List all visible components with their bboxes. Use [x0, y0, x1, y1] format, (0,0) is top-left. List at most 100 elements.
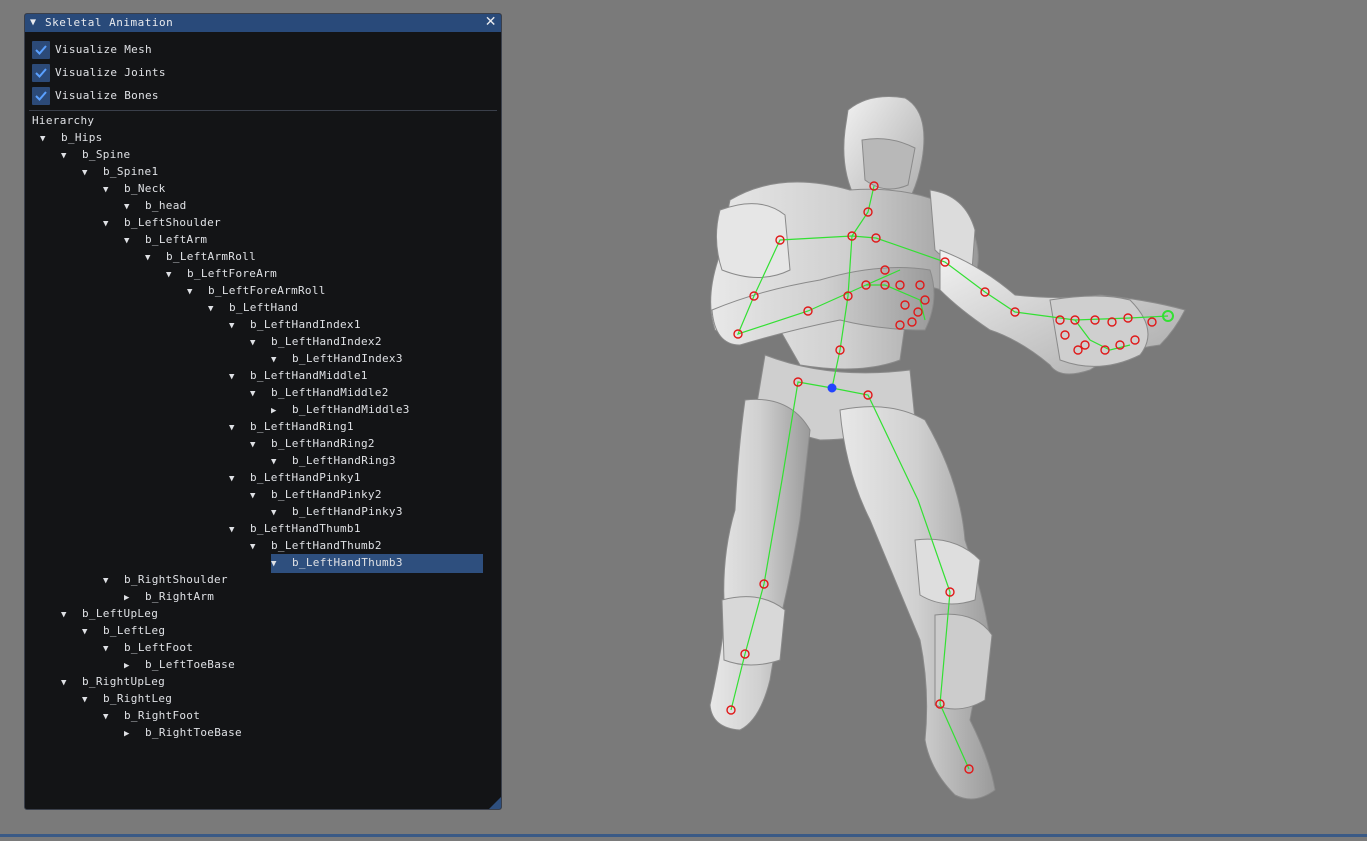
expanded-arrow-icon[interactable]: ▼	[229, 420, 250, 437]
tree-node[interactable]: ▼ b_LeftHandRing3	[271, 452, 396, 469]
tree-node-content[interactable]: ▶ b_RightArm	[124, 590, 214, 603]
tree-node[interactable]: ▼ b_LeftHandThumb1	[229, 520, 361, 537]
expanded-arrow-icon[interactable]: ▼	[103, 216, 124, 233]
tree-node-content[interactable]: ▶ b_LeftHandMiddle3	[271, 403, 410, 416]
visualize-joints-option[interactable]: Visualize Joints	[32, 63, 166, 82]
tree-node[interactable]: ▼ b_LeftHandThumb2	[250, 537, 382, 554]
tree-node[interactable]: ▼ b_Hips	[40, 129, 103, 146]
expanded-arrow-icon[interactable]: ▼	[145, 250, 166, 267]
tree-node-content[interactable]: ▼ b_Spine1	[82, 165, 158, 178]
expanded-arrow-icon[interactable]: ▼	[208, 301, 229, 318]
tree-node[interactable]: ▼ b_LeftForeArmRoll	[187, 282, 326, 299]
visualize-mesh-checkbox[interactable]	[32, 40, 50, 59]
tree-node-content[interactable]: ▼ b_Neck	[103, 182, 166, 195]
expanded-arrow-icon[interactable]: ▼	[250, 539, 271, 556]
tree-node-content[interactable]: ▼ b_LeftHandMiddle1	[229, 369, 368, 382]
tree-node-content[interactable]: ▼ b_LeftHandIndex2	[250, 335, 382, 348]
tree-node-content[interactable]: ▼ b_RightFoot	[103, 709, 200, 722]
expanded-arrow-icon[interactable]: ▼	[250, 437, 271, 454]
expanded-arrow-icon[interactable]: ▼	[103, 182, 124, 199]
tree-node-content[interactable]: ▼ b_LeftHandMiddle2	[250, 386, 389, 399]
tree-node[interactable]: ▼ b_LeftHandMiddle2	[250, 384, 389, 401]
expanded-arrow-icon[interactable]: ▼	[61, 148, 82, 165]
tree-node[interactable]: ▼ b_LeftHandIndex3	[271, 350, 403, 367]
tree-node-content[interactable]: ▼ b_Spine	[61, 148, 130, 161]
tree-node[interactable]: ▼ b_RightLeg	[82, 690, 172, 707]
tree-node[interactable]: ▼ b_LeftArmRoll	[145, 248, 256, 265]
visualize-mesh-option[interactable]: Visualize Mesh	[32, 40, 152, 59]
collapsed-arrow-icon[interactable]: ▶	[124, 726, 145, 743]
tree-node-content[interactable]: ▼ b_LeftForeArm	[166, 267, 277, 280]
tree-node[interactable]: ▼ b_LeftForeArm	[166, 265, 277, 282]
tree-node-content[interactable]: ▼ b_RightUpLeg	[61, 675, 165, 688]
expanded-arrow-icon[interactable]: ▼	[271, 556, 292, 573]
visualize-bones-option[interactable]: Visualize Bones	[32, 86, 159, 105]
tree-node[interactable]: ▼ b_LeftHandIndex2	[250, 333, 382, 350]
tree-node[interactable]: ▼ b_Neck	[103, 180, 166, 197]
skeletal-animation-window[interactable]: ▼ Skeletal Animation ✕ Visualize Mesh Vi…	[24, 13, 502, 810]
expanded-arrow-icon[interactable]: ▼	[250, 386, 271, 403]
tree-node-content[interactable]: ▼ b_LeftForeArmRoll	[187, 284, 326, 297]
expanded-arrow-icon[interactable]: ▼	[82, 624, 103, 641]
tree-node[interactable]: ▼ b_RightUpLeg	[61, 673, 165, 690]
expanded-arrow-icon[interactable]: ▼	[250, 335, 271, 352]
tree-node-content[interactable]: ▼ b_LeftHandRing3	[271, 454, 396, 467]
tree-node-content[interactable]: ▼ b_LeftHandPinky2	[250, 488, 382, 501]
tree-node[interactable]: ▶ b_RightArm	[124, 588, 214, 605]
expanded-arrow-icon[interactable]: ▼	[229, 522, 250, 539]
tree-node[interactable]: ▶ b_LeftToeBase	[124, 656, 235, 673]
tree-node-content[interactable]: ▼ b_LeftHandPinky1	[229, 471, 361, 484]
tree-node[interactable]: ▼ b_LeftArm	[124, 231, 207, 248]
tree-node-content[interactable]: ▶ b_LeftToeBase	[124, 658, 235, 671]
tree-node-content[interactable]: ▼ b_LeftLeg	[82, 624, 165, 637]
visualize-bones-checkbox[interactable]	[32, 86, 50, 105]
tree-node[interactable]: ▼ b_Spine1	[82, 163, 158, 180]
expanded-arrow-icon[interactable]: ▼	[82, 165, 103, 182]
tree-node-content[interactable]: ▼ b_LeftHandThumb2	[250, 539, 382, 552]
tree-node[interactable]: ▼ b_LeftHandThumb3	[271, 554, 483, 573]
tree-node[interactable]: ▼ b_head	[124, 197, 187, 214]
tree-node[interactable]: ▼ b_LeftShoulder	[103, 214, 221, 231]
visualize-joints-checkbox[interactable]	[32, 63, 50, 82]
tree-node[interactable]: ▼ b_LeftUpLeg	[61, 605, 158, 622]
expanded-arrow-icon[interactable]: ▼	[187, 284, 208, 301]
tree-node[interactable]: ▼ b_Spine	[61, 146, 130, 163]
tree-node-content[interactable]: ▼ b_LeftFoot	[103, 641, 193, 654]
collapse-triangle-icon[interactable]: ▼	[30, 14, 37, 32]
tree-node-content[interactable]: ▼ b_LeftHandRing2	[250, 437, 375, 450]
tree-node-content[interactable]: ▼ b_RightShoulder	[103, 573, 228, 586]
tree-node-content[interactable]: ▼ b_LeftUpLeg	[61, 607, 158, 620]
tree-node-content[interactable]: ▼ b_LeftArm	[124, 233, 207, 246]
tree-node[interactable]: ▼ b_RightShoulder	[103, 571, 228, 588]
expanded-arrow-icon[interactable]: ▼	[103, 641, 124, 658]
window-titlebar[interactable]: ▼ Skeletal Animation ✕	[25, 14, 501, 32]
tree-node-content[interactable]: ▼ b_LeftArmRoll	[145, 250, 256, 263]
expanded-arrow-icon[interactable]: ▼	[103, 573, 124, 590]
resize-grip-icon[interactable]	[489, 797, 501, 809]
tree-node[interactable]: ▶ b_RightToeBase	[124, 724, 242, 741]
tree-node-content[interactable]: ▼ b_RightLeg	[82, 692, 172, 705]
tree-node[interactable]: ▼ b_LeftHandMiddle1	[229, 367, 368, 384]
tree-node[interactable]: ▼ b_LeftFoot	[103, 639, 193, 656]
tree-node[interactable]: ▼ b_RightFoot	[103, 707, 200, 724]
tree-node[interactable]: ▼ b_LeftHandRing2	[250, 435, 375, 452]
tree-node-content[interactable]: ▼ b_LeftHandPinky3	[271, 505, 403, 518]
tree-node-content[interactable]: ▼ b_LeftHandRing1	[229, 420, 354, 433]
expanded-arrow-icon[interactable]: ▼	[40, 131, 61, 148]
tree-node[interactable]: ▼ b_LeftHandRing1	[229, 418, 354, 435]
tree-node-content[interactable]: ▼ b_LeftHandIndex1	[229, 318, 361, 331]
tree-node[interactable]: ▼ b_LeftHandPinky3	[271, 503, 403, 520]
tree-node-content[interactable]: ▼ b_head	[124, 199, 187, 212]
expanded-arrow-icon[interactable]: ▼	[166, 267, 187, 284]
tree-node-content[interactable]: ▶ b_RightToeBase	[124, 726, 242, 739]
tree-node[interactable]: ▼ b_LeftHandIndex1	[229, 316, 361, 333]
expanded-arrow-icon[interactable]: ▼	[229, 369, 250, 386]
tree-node[interactable]: ▼ b_LeftLeg	[82, 622, 165, 639]
tree-node-content[interactable]: ▼ b_LeftHandThumb3	[271, 554, 483, 573]
expanded-arrow-icon[interactable]: ▼	[82, 692, 103, 709]
tree-node-content[interactable]: ▼ b_LeftShoulder	[103, 216, 221, 229]
tree-node-content[interactable]: ▼ b_LeftHandIndex3	[271, 352, 403, 365]
tree-node[interactable]: ▶ b_LeftHandMiddle3	[271, 401, 410, 418]
expanded-arrow-icon[interactable]: ▼	[229, 471, 250, 488]
expanded-arrow-icon[interactable]: ▼	[229, 318, 250, 335]
